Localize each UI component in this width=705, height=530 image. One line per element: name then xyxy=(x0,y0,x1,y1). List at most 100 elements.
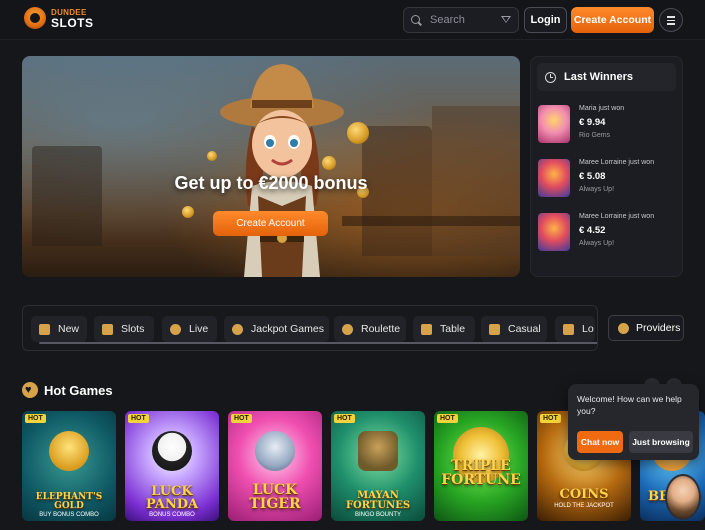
hero-background-bridge xyxy=(342,216,520,226)
winner-amount: € 9.94 xyxy=(579,117,606,128)
game-tile-triple-fortune[interactable]: HOT TRIPLE FORTUNE xyxy=(434,411,528,521)
category-label: Table xyxy=(440,323,466,335)
category-new[interactable]: New xyxy=(31,316,87,342)
category-list: New Slots Live Jackpot Games Roulette Ta… xyxy=(31,316,595,342)
game-tile-luck-panda[interactable]: HOT LUCK PANDA BONUS COMBO xyxy=(125,411,219,521)
casual-icon xyxy=(489,323,500,335)
hero-title: Get up to €2000 bonus xyxy=(174,173,368,193)
filter-icon[interactable] xyxy=(501,15,511,25)
panda-icon xyxy=(152,431,192,471)
hamburger-menu-icon xyxy=(667,16,675,25)
logo-bottom-text: SLOTS xyxy=(51,16,94,30)
winner-name: Maree Lorraine just won xyxy=(579,213,655,220)
category-bar: New Slots Live Jackpot Games Roulette Ta… xyxy=(22,305,598,351)
hot-games-title: Hot Games xyxy=(44,382,113,398)
category-table[interactable]: Table xyxy=(413,316,475,342)
elephant-icon xyxy=(49,431,89,471)
menu-button[interactable] xyxy=(659,8,683,32)
hot-badge: HOT xyxy=(540,414,561,423)
chat-agent-avatar[interactable] xyxy=(665,474,701,520)
game-subtitle: BINGO BOUNTY xyxy=(354,512,401,518)
winner-item[interactable]: Maria just won € 9.94 Rio Gems xyxy=(538,105,678,145)
winner-game: Always Up! xyxy=(579,240,615,247)
roulette-icon xyxy=(342,323,353,335)
category-label: New xyxy=(58,323,80,335)
category-jackpot-games[interactable]: Jackpot Games xyxy=(224,316,329,342)
hero-background-building xyxy=(32,146,102,246)
category-label: Lo xyxy=(582,323,594,335)
winner-amount: € 5.08 xyxy=(579,171,606,182)
hot-games-heading: Hot Games xyxy=(22,381,113,399)
live-icon xyxy=(170,323,181,335)
search-input[interactable] xyxy=(430,14,500,26)
game-title: ELEPHANT'S GOLD xyxy=(35,492,103,511)
site-logo[interactable]: DUNDEE SLOTS xyxy=(24,7,94,29)
game-title: TRIPLE FORTUNE xyxy=(441,458,521,488)
game-tile-mayan-fortunes[interactable]: HOT MAYAN FORTUNES BINGO BOUNTY xyxy=(331,411,425,521)
winner-amount: € 4.52 xyxy=(579,225,606,236)
game-title: MAYAN FORTUNES xyxy=(345,490,411,511)
category-label: Casual xyxy=(508,323,541,335)
game-tile-elephants-gold[interactable]: HOT ELEPHANT'S GOLD BUY BONUS COMBO xyxy=(22,411,116,521)
game-subtitle: BONUS COMBO xyxy=(149,512,195,518)
last-winners-header: Last Winners xyxy=(537,63,676,91)
hot-badge: HOT xyxy=(128,414,149,423)
category-label: Jackpot Games xyxy=(251,323,324,335)
chat-now-button[interactable]: Chat now xyxy=(577,431,623,453)
category-label: Roulette xyxy=(361,323,401,335)
hero-create-account-button[interactable]: Create Account xyxy=(213,211,328,236)
chat-message: Welcome! How can we help you? xyxy=(577,394,682,416)
game-title: LUCK TIGER xyxy=(249,482,301,512)
winner-item[interactable]: Maree Lorraine just won € 4.52 Always Up… xyxy=(538,213,678,253)
category-live[interactable]: Live xyxy=(162,316,217,342)
hot-badge: HOT xyxy=(437,414,458,423)
mayan-mask-icon xyxy=(358,431,398,471)
create-account-button[interactable]: Create Account xyxy=(571,7,654,33)
search-box[interactable] xyxy=(403,7,519,33)
jackpot-icon xyxy=(232,323,243,335)
category-casual[interactable]: Casual xyxy=(481,316,547,342)
hot-badge: HOT xyxy=(334,414,355,423)
clock-icon xyxy=(545,71,556,83)
category-slots[interactable]: Slots xyxy=(94,316,154,342)
cowgirl-character-illustration xyxy=(220,64,344,277)
tiger-icon xyxy=(255,431,295,471)
game-subtitle: HOLD THE JACKPOT xyxy=(554,503,614,509)
hot-badge: HOT xyxy=(231,414,252,423)
winner-game: Rio Gems xyxy=(579,132,611,139)
winner-name: Maree Lorraine just won xyxy=(579,159,655,166)
logo-icon xyxy=(24,7,46,29)
always-up-game-thumbnail[interactable] xyxy=(538,213,570,251)
game-title: LUCK PANDA xyxy=(145,484,199,512)
search-icon xyxy=(411,14,422,26)
coin-icon xyxy=(182,206,194,218)
login-button[interactable]: Login xyxy=(524,7,567,33)
game-tile-luck-tiger[interactable]: HOT LUCK TIGER xyxy=(228,411,322,521)
winner-name: Maria just won xyxy=(579,105,625,112)
providers-icon xyxy=(618,322,629,334)
category-label: Live xyxy=(189,323,209,335)
table-icon xyxy=(421,323,432,335)
top-header: DUNDEE SLOTS Login Create Account xyxy=(0,0,705,40)
always-up-game-thumbnail[interactable] xyxy=(538,159,570,197)
category-scrollbar[interactable] xyxy=(39,342,597,344)
last-winners-title: Last Winners xyxy=(564,71,633,83)
game-subtitle: BUY BONUS COMBO xyxy=(39,512,99,518)
providers-label: Providers xyxy=(636,322,681,334)
category-lobby[interactable]: Lo xyxy=(555,316,595,342)
rio-gems-game-thumbnail[interactable] xyxy=(538,105,570,143)
game-title: COINS xyxy=(559,487,609,502)
heart-icon xyxy=(22,382,38,398)
winner-item[interactable]: Maree Lorraine just won € 5.08 Always Up… xyxy=(538,159,678,199)
chat-popup: Welcome! How can we help you? Chat now J… xyxy=(568,384,699,460)
just-browsing-button[interactable]: Just browsing xyxy=(629,431,693,453)
providers-button[interactable]: Providers xyxy=(608,315,684,341)
hero-banner[interactable]: Get up to €2000 bonus Create Account xyxy=(22,56,520,277)
slots-icon xyxy=(102,323,113,335)
last-winners-panel: Last Winners Maria just won € 9.94 Rio G… xyxy=(530,56,683,277)
logo-text: DUNDEE SLOTS xyxy=(51,8,94,30)
category-roulette[interactable]: Roulette xyxy=(334,316,406,342)
hot-badge: HOT xyxy=(25,414,46,423)
lobby-icon xyxy=(563,323,574,335)
winner-game: Always Up! xyxy=(579,186,615,193)
